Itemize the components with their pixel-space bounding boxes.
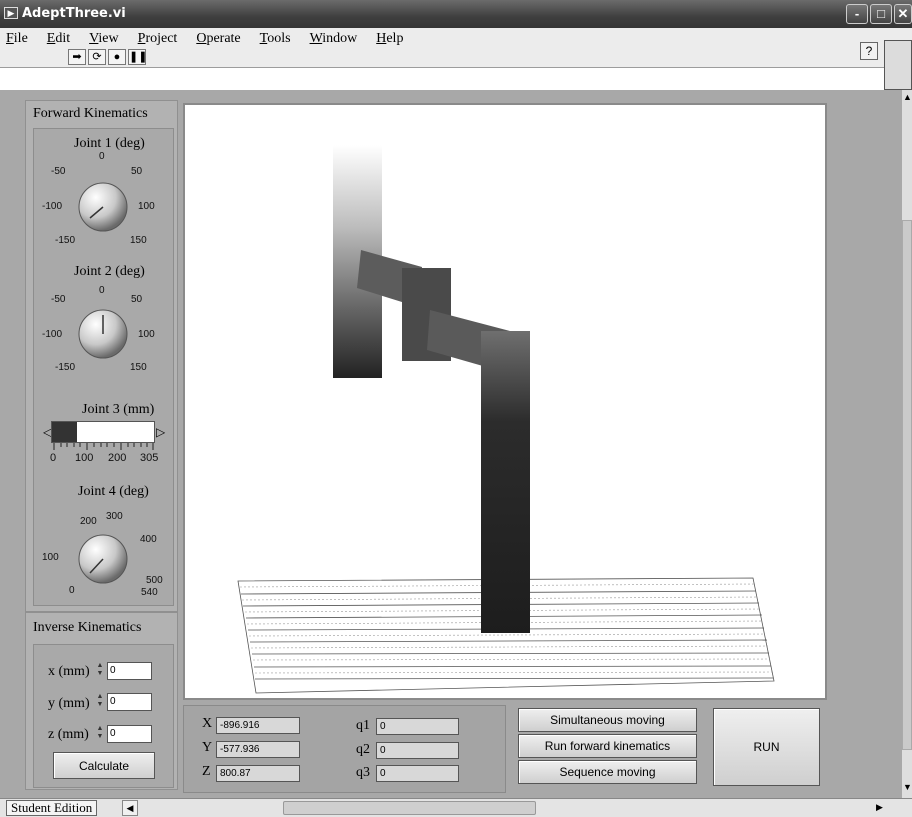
- joint4-label: Joint 4 (deg): [78, 484, 149, 499]
- joint2-knob[interactable]: [76, 307, 130, 361]
- vertical-scrollbar[interactable]: ▲ ▼: [902, 90, 912, 798]
- robot-3d-view[interactable]: [183, 103, 827, 700]
- student-edition-label: Student Edition: [6, 800, 98, 816]
- run-arrow-icon[interactable]: ➡: [68, 49, 86, 65]
- minimize-button[interactable]: -: [846, 4, 868, 24]
- joint1-tick: 150: [130, 235, 147, 246]
- joint3-tick: 305: [140, 452, 159, 464]
- z-coord-value: 800.87: [216, 765, 300, 782]
- q2-label: q2: [356, 742, 370, 757]
- joint3-label: Joint 3 (mm): [82, 402, 155, 417]
- joint1-tick: -50: [51, 166, 66, 177]
- joint2-tick: -100: [42, 329, 63, 340]
- y-spinner-icon[interactable]: ▲ ▼: [95, 693, 105, 711]
- menu-help[interactable]: Help: [376, 31, 403, 47]
- joint2-tick: -150: [55, 362, 76, 373]
- joint3-scale: [53, 443, 154, 450]
- vertical-scroll-thumb[interactable]: [902, 220, 912, 750]
- joint1-tick: 50: [131, 166, 143, 177]
- joint4-tick: 0: [69, 585, 75, 596]
- menu-edit[interactable]: Edit: [47, 31, 70, 47]
- joint1-tick: -150: [55, 235, 76, 246]
- y-input[interactable]: 0: [107, 693, 152, 711]
- joint2-tick: 50: [131, 294, 143, 305]
- joint4-tick: 500: [146, 575, 163, 586]
- x-input[interactable]: 0: [107, 662, 152, 680]
- z-spinner-icon[interactable]: ▲ ▼: [95, 725, 105, 743]
- q1-label: q1: [356, 718, 370, 733]
- joint3-tick: 100: [75, 452, 94, 464]
- scara-robot-scene: [237, 145, 775, 694]
- y-label: y (mm): [48, 696, 90, 711]
- menu-project[interactable]: Project: [138, 31, 178, 47]
- scroll-left-icon[interactable]: ◀: [122, 800, 138, 816]
- q2-value: 0: [376, 742, 459, 759]
- z-label: z (mm): [48, 727, 89, 742]
- joint4-tick: 200: [80, 516, 97, 527]
- joint3-tick: 200: [108, 452, 127, 464]
- simultaneous-moving-button[interactable]: Simultaneous moving: [518, 708, 697, 732]
- q3-value: 0: [376, 765, 459, 782]
- q3-label: q3: [356, 765, 370, 780]
- run-forward-kinematics-button[interactable]: Run forward kinematics: [518, 734, 697, 758]
- joint2-tick: 0: [99, 285, 105, 296]
- joint2-tick: -50: [51, 294, 66, 305]
- close-button[interactable]: ✕: [894, 4, 912, 24]
- inverse-kinematics-title: Inverse Kinematics: [33, 620, 142, 635]
- joint1-tick: -100: [42, 201, 63, 212]
- q1-value: 0: [376, 718, 459, 735]
- joint3-slider[interactable]: [51, 421, 155, 443]
- menu-operate[interactable]: Operate: [196, 31, 240, 47]
- forward-kinematics-title: Forward Kinematics: [33, 106, 148, 121]
- joint4-tick: 400: [140, 534, 157, 545]
- context-help-button[interactable]: ?: [860, 42, 878, 60]
- joint3-tick: 0: [50, 452, 57, 464]
- z-coord-label: Z: [202, 764, 211, 779]
- x-coord-label: X: [202, 716, 213, 731]
- scroll-up-icon[interactable]: ▲: [903, 92, 912, 102]
- joint4-tick: 100: [42, 552, 59, 563]
- y-coord-label: Y: [202, 740, 213, 755]
- robot-tool-column: [481, 331, 530, 633]
- vi-connector-icon: [884, 40, 912, 90]
- vi-window-icon[interactable]: ▶: [4, 7, 18, 19]
- joint4-tick: 540: [141, 587, 158, 598]
- joint1-tick: 100: [138, 201, 155, 212]
- joint1-label: Joint 1 (deg): [74, 136, 145, 151]
- menu-view[interactable]: View: [89, 31, 119, 47]
- window-title: AdeptThree.vi: [22, 6, 126, 21]
- joint1-knob[interactable]: [76, 180, 130, 234]
- menu-bar: File Edit View Project Operate Tools Win…: [0, 28, 912, 68]
- joint2-tick: 150: [130, 362, 147, 373]
- menu-window[interactable]: Window: [310, 31, 358, 47]
- run-button[interactable]: RUN: [713, 708, 820, 786]
- abort-icon[interactable]: ●: [108, 49, 126, 65]
- calculate-button[interactable]: Calculate: [53, 752, 155, 779]
- status-bar: Student Edition ◀ ▶: [0, 798, 912, 817]
- sequence-moving-button[interactable]: Sequence moving: [518, 760, 697, 784]
- slider-right-arrow-icon[interactable]: ▷: [156, 425, 165, 439]
- pause-icon[interactable]: ❚❚: [128, 49, 147, 65]
- joint2-label: Joint 2 (deg): [74, 264, 145, 279]
- scroll-right-icon[interactable]: ▶: [876, 802, 883, 813]
- horizontal-scroll-thumb[interactable]: [283, 801, 536, 815]
- run-continuously-icon[interactable]: ⟳: [88, 49, 106, 65]
- x-label: x (mm): [48, 664, 90, 679]
- joint2-tick: 100: [138, 329, 155, 340]
- y-coord-value: -577.936: [216, 741, 300, 758]
- scroll-down-icon[interactable]: ▼: [903, 782, 912, 792]
- x-spinner-icon[interactable]: ▲ ▼: [95, 662, 105, 680]
- joint4-tick: 300: [106, 511, 123, 522]
- menu-file[interactable]: File: [6, 31, 28, 47]
- joint3-slider-fill[interactable]: [52, 422, 78, 442]
- joint4-knob[interactable]: [76, 532, 130, 586]
- joint1-tick: 0: [99, 151, 105, 162]
- menu-tools[interactable]: Tools: [260, 31, 291, 47]
- maximize-button[interactable]: □: [870, 4, 892, 24]
- z-input[interactable]: 0: [107, 725, 152, 743]
- x-coord-value: -896.916: [216, 717, 300, 734]
- title-bar: ▶ AdeptThree.vi - □ ✕: [0, 0, 912, 28]
